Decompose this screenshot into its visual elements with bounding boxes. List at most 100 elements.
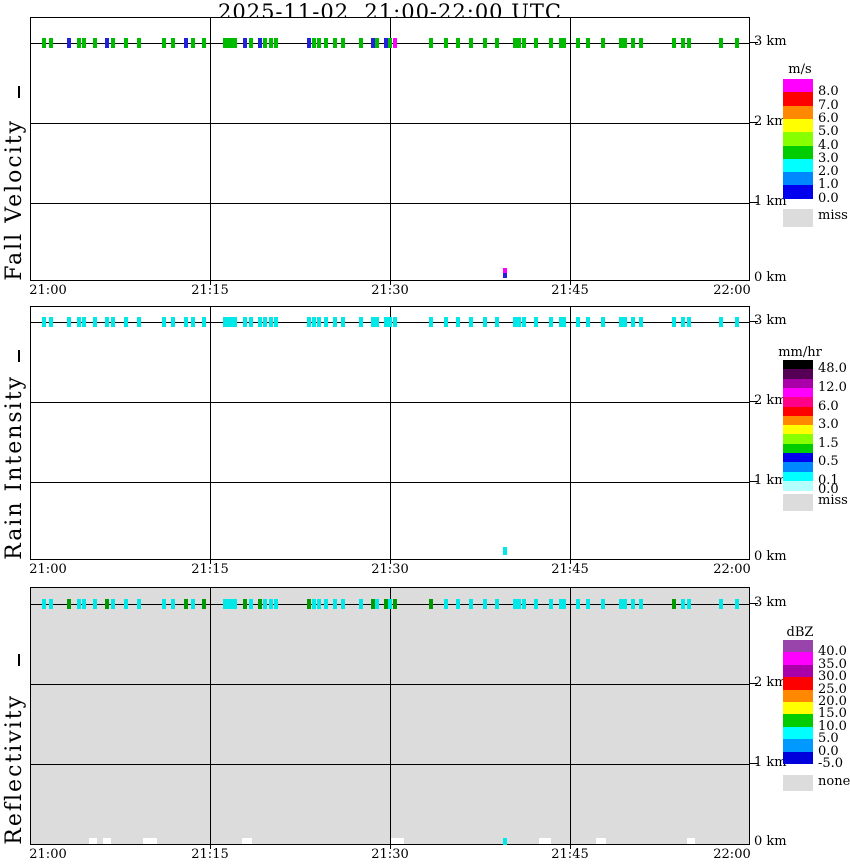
altitude-gridline (31, 764, 749, 765)
data-mark (387, 38, 392, 48)
data-mark-white (538, 838, 551, 844)
altitude-tick (750, 321, 758, 322)
colorbar-block (783, 751, 813, 765)
data-mark (104, 599, 109, 609)
time-gridline (210, 307, 211, 559)
colorbar-block (783, 79, 813, 93)
data-mark (223, 317, 238, 327)
data-mark (183, 38, 188, 48)
data-mark (638, 599, 643, 609)
data-mark (585, 38, 590, 48)
data-mark (273, 317, 278, 327)
data-mark (517, 317, 522, 327)
colorbar-title-mmhr: mm/hr (778, 345, 822, 360)
data-mark (307, 599, 312, 609)
data-mark (248, 599, 253, 609)
altitude-tick (750, 42, 758, 43)
data-mark (734, 599, 739, 609)
data-mark (110, 38, 115, 48)
time-tick-label: 22:00 (713, 847, 751, 862)
data-mark (312, 38, 317, 48)
data-mark (242, 599, 247, 609)
data-mark (191, 38, 195, 48)
data-mark (374, 38, 379, 48)
data-mark (123, 317, 128, 327)
data-mark (469, 599, 474, 609)
data-mark (548, 599, 553, 609)
data-mark (359, 38, 363, 48)
data-mark (428, 317, 433, 327)
data-mark (162, 38, 167, 48)
time-tick-label: 21:30 (371, 283, 409, 298)
data-mark-white (242, 838, 252, 844)
x-axis-tick (390, 560, 391, 564)
data-mark (324, 317, 329, 327)
data-mark (576, 317, 581, 327)
data-mark (534, 317, 539, 327)
x-axis-tick (570, 845, 571, 849)
data-mark (191, 317, 195, 327)
colorbar-title-dbz: dBZ (786, 625, 814, 640)
altitude-tick (750, 481, 758, 482)
data-mark (183, 599, 188, 609)
data-mark (269, 317, 273, 327)
data-mark (559, 599, 567, 609)
data-mark (273, 38, 278, 48)
data-mark-low (503, 547, 507, 555)
time-gridline (210, 588, 211, 844)
colorbar-value-label: 48.0 (818, 361, 847, 377)
data-mark-white (89, 838, 98, 844)
colorbar-block (783, 689, 813, 703)
data-mark (242, 38, 247, 48)
data-mark (548, 38, 553, 48)
altitude-label: 1 km (754, 473, 787, 488)
altitude-label: 3 km (754, 34, 787, 49)
colorbar-title-ms: m/s (788, 62, 812, 77)
data-mark (332, 599, 337, 609)
data-mark (332, 317, 337, 327)
data-mark (517, 599, 522, 609)
time-tick-label: 21:30 (371, 562, 409, 577)
data-mark (456, 599, 461, 609)
data-mark (392, 317, 397, 327)
y-axis-title-reflectivity: Reflectivity (2, 694, 27, 845)
time-tick-label: 21:00 (29, 562, 67, 577)
data-mark (512, 317, 517, 327)
data-mark (137, 38, 141, 48)
altitude-label: 2 km (754, 114, 787, 129)
data-mark (601, 599, 606, 609)
colorbar-miss-block (783, 209, 813, 227)
time-gridline (570, 588, 571, 844)
data-mark (680, 599, 685, 609)
data-mark (631, 38, 636, 48)
data-mark (387, 317, 392, 327)
colorbar-block (783, 118, 813, 133)
data-mark (444, 599, 449, 609)
colorbar-value-label: 0.5 (818, 454, 839, 470)
data-mark (312, 317, 317, 327)
time-tick-label: 22:00 (713, 283, 751, 298)
data-mark (576, 599, 581, 609)
data-mark (456, 38, 461, 48)
colorbar-value-label: 0.0 (818, 190, 839, 206)
time-gridline (390, 588, 391, 844)
time-gridline (390, 18, 391, 280)
altitude-tick (750, 401, 758, 402)
altitude-label: 0 km (754, 270, 787, 285)
data-mark (170, 317, 175, 327)
data-mark (307, 38, 312, 48)
colorbar-value-label: 6.0 (818, 398, 839, 414)
altitude-gridline (31, 203, 749, 204)
axis-title-end-bar (18, 86, 20, 98)
time-tick-label: 21:15 (191, 283, 229, 298)
data-mark (263, 38, 267, 48)
data-mark (686, 599, 691, 609)
data-mark (137, 317, 141, 327)
data-mark (387, 599, 392, 609)
data-mark (269, 599, 273, 609)
data-mark (618, 38, 627, 48)
data-mark (522, 599, 527, 609)
data-mark (67, 38, 72, 48)
altitude-label: 0 km (754, 549, 787, 564)
altitude-tick (750, 603, 758, 604)
